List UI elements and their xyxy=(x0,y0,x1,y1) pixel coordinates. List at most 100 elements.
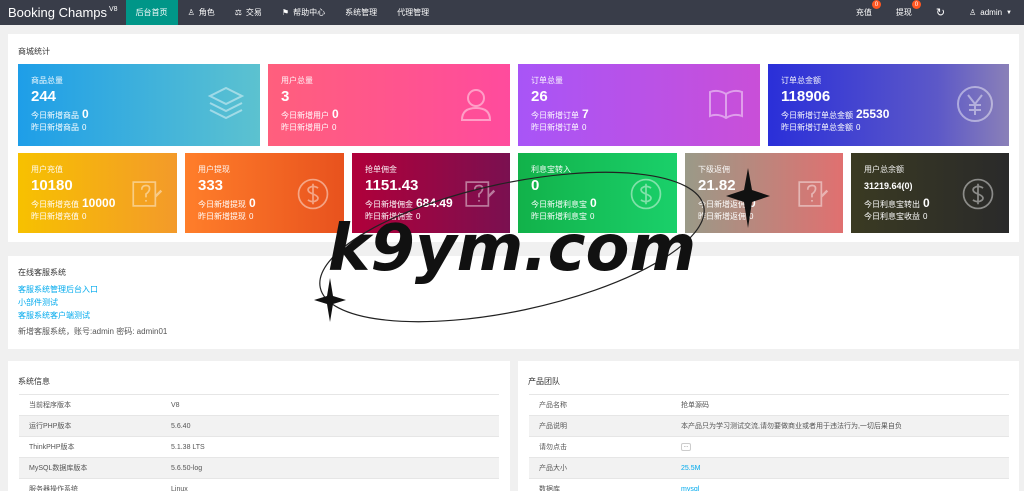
stat-today: 今日新增利息宝 0 xyxy=(531,196,597,210)
stat-today-label: 今日新增返佣 xyxy=(698,200,746,209)
stat-label: 商品总量 xyxy=(31,76,63,85)
book-icon xyxy=(706,84,746,124)
stat-value: 26 xyxy=(531,88,548,105)
nav-agent-label: 代理管理 xyxy=(397,8,430,17)
stat-yesterday: 昨日新增利息宝 0 xyxy=(531,211,594,222)
brand-logo[interactable]: Booking Champs V8 xyxy=(0,0,126,25)
stat-yesterday-label: 昨日新增充值 xyxy=(31,212,79,221)
top-right-menu: 充值 0 提现 0 ↻ ♙ admin ▼ xyxy=(844,0,1024,25)
stat-today: 今日新增返佣 0 xyxy=(698,196,756,210)
stat-value: 118906 xyxy=(781,88,831,105)
nav-system[interactable]: 系统管理 xyxy=(335,0,387,25)
stat-today: 今日利息宝转出 0 xyxy=(864,196,930,210)
stat-card: 用户充值 10180 今日新增充值 10000 昨日新增充值 0 xyxy=(18,153,177,233)
user-icon: ♙ xyxy=(969,8,977,17)
stat-today-value: 0 xyxy=(332,107,339,121)
table-cell-value[interactable]: mysql xyxy=(671,478,1009,491)
stat-today-value: 7 xyxy=(582,107,589,121)
dollar-icon xyxy=(961,177,995,211)
stat-yesterday: 昨日新增充值 0 xyxy=(31,211,86,222)
stat-yesterday: 昨日新增提现 0 xyxy=(198,211,253,222)
nav-home[interactable]: 后台首页 xyxy=(125,0,178,25)
stat-yesterday: 昨日新增订单总金额 0 xyxy=(781,122,860,133)
nav-help-label: 帮助中心 xyxy=(293,8,326,17)
nav-help[interactable]: ⚑ 帮助中心 xyxy=(272,0,335,25)
dollar-icon xyxy=(296,177,330,211)
stat-today: 今日新增用户 0 xyxy=(281,107,339,121)
stat-value: 0 xyxy=(531,177,540,194)
table-cell-value: 抢单源码 xyxy=(671,394,1009,416)
table-cell-value: Linux xyxy=(161,478,499,491)
stat-card: 用户总量 3 今日新增用户 0 昨日新增用户 0 xyxy=(268,64,510,146)
stat-label: 用户总量 xyxy=(281,76,313,85)
stat-today-value: 10000 xyxy=(82,196,116,210)
users-icon xyxy=(456,84,496,124)
stat-yesterday: 昨日新增佣金 0 xyxy=(365,211,420,222)
table-row: 产品大小 25.5M xyxy=(529,457,1009,479)
nav-role[interactable]: ♙ 角色 xyxy=(178,0,225,25)
nav-trade[interactable]: ⚖ 交易 xyxy=(225,0,272,25)
stat-yesterday-value: 0 xyxy=(332,123,337,132)
user-name: admin xyxy=(980,8,1003,17)
sysinfo-title: 系统信息 xyxy=(18,377,50,386)
user-menu[interactable]: ♙ admin ▼ xyxy=(957,0,1024,25)
hidden-button[interactable]: ··· xyxy=(681,443,691,451)
refresh-icon: ↻ xyxy=(935,7,946,19)
table-row: 请勿点击 ··· xyxy=(529,436,1009,458)
stat-card: 订单总量 26 今日新增订单 7 昨日新增订单 0 xyxy=(518,64,760,146)
yen-icon xyxy=(955,84,995,124)
widget-test-link[interactable]: 小部件测试 xyxy=(18,296,98,309)
nav-system-label: 系统管理 xyxy=(345,8,378,17)
stat-yesterday-value: 0 xyxy=(82,212,87,221)
brand-name: Booking Champs xyxy=(8,5,107,20)
stat-today: 今日新增提现 0 xyxy=(198,196,256,210)
stat-today-label: 今日利息宝转出 xyxy=(864,200,920,209)
table-cell-value: 本产品只为学习测试交流,请勿要做商业或者用于违法行为,一切后果自负 xyxy=(671,415,1009,437)
table-cell-value[interactable]: 25.5M xyxy=(671,457,1009,479)
table-cell-key: 数据库 xyxy=(529,478,671,491)
stat-yesterday-value: 0 xyxy=(749,212,754,221)
nav-home-label: 后台首页 xyxy=(135,8,168,17)
table-cell-key: 当前程序版本 xyxy=(19,394,161,416)
stat-value: 333 xyxy=(198,177,224,194)
client-test-link[interactable]: 客服系统客户端测试 xyxy=(18,309,98,322)
stat-value: 3 xyxy=(281,88,290,105)
table-row: ThinkPHP版本 5.1.38 LTS xyxy=(19,436,499,458)
stat-label: 下级返佣 xyxy=(698,165,730,174)
refresh-button[interactable]: ↻ xyxy=(924,0,957,25)
table-row: MySQL数据库版本 5.6.50-log xyxy=(19,457,499,479)
stat-yesterday-label: 昨日新增订单 xyxy=(531,123,579,132)
recharge-button[interactable]: 充值 0 xyxy=(844,0,884,25)
nav-agent[interactable]: 代理管理 xyxy=(387,0,439,25)
stat-today-value: 0 xyxy=(923,196,930,210)
table-cell-value: V8 xyxy=(161,394,499,416)
table-cell-key: 产品说明 xyxy=(529,415,671,437)
team-title: 产品团队 xyxy=(528,377,560,386)
stat-today-value: 0 xyxy=(590,196,597,210)
withdraw-button[interactable]: 提现 0 xyxy=(884,0,924,25)
stat-value: 21.82 xyxy=(698,177,736,194)
chevron-down-icon: ▼ xyxy=(1006,9,1012,16)
stat-today-label: 今日新增订单 xyxy=(531,111,579,120)
stat-card: 抢单佣金 1151.43 今日新增佣金 684.49 昨日新增佣金 0 xyxy=(352,153,510,233)
stat-yesterday-label: 昨日新增利息宝 xyxy=(531,212,587,221)
table-cell-key: ThinkPHP版本 xyxy=(19,436,161,458)
table-row: 产品说明 本产品只为学习测试交流,请勿要做商业或者用于违法行为,一切后果自负 xyxy=(529,415,1009,437)
stat-value: 1151.43 xyxy=(365,177,419,194)
stat-today-value: 684.49 xyxy=(416,196,453,210)
table-cell-key: 产品大小 xyxy=(529,457,671,479)
stat-card: 商品总量 244 今日新增商品 0 昨日新增商品 0 xyxy=(18,64,260,146)
stat-label: 用户提现 xyxy=(198,165,230,174)
stat-yesterday-value: 0 xyxy=(82,123,87,132)
stat-yesterday-value: 0 xyxy=(249,212,254,221)
recharge-badge: 0 xyxy=(871,0,881,9)
service-admin-link[interactable]: 客服系统管理后台入口 xyxy=(18,283,98,296)
table-cell-key: 请勿点击 xyxy=(529,436,671,458)
stat-label: 订单总金额 xyxy=(781,76,821,85)
stat-today-label: 今日新增利息宝 xyxy=(531,200,587,209)
edit-icon xyxy=(795,177,829,211)
table-cell-key: 产品名称 xyxy=(529,394,671,416)
stat-card: 利息宝转入 0 今日新增利息宝 0 昨日新增利息宝 0 xyxy=(518,153,677,233)
table-row: 数据库 mysql xyxy=(529,478,1009,491)
stat-today-label: 今日新增用户 xyxy=(281,111,329,120)
